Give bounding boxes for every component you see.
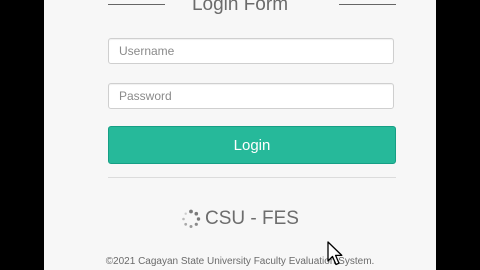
brand-name: CSU - FES bbox=[205, 208, 299, 229]
username-input[interactable] bbox=[108, 38, 394, 64]
password-input[interactable] bbox=[108, 83, 394, 109]
brand: CSU - FES bbox=[44, 205, 436, 233]
login-button[interactable]: Login bbox=[108, 126, 396, 164]
spinner-icon bbox=[182, 209, 201, 228]
copyright-text: ©2021 Cagayan State University Faculty E… bbox=[105, 256, 375, 267]
form-title: Login Form bbox=[191, 0, 289, 15]
login-panel: Login Form Login CSU - FES ©2021 Cagayan… bbox=[44, 0, 436, 270]
header-rule-right bbox=[339, 4, 396, 5]
mouse-pointer-icon bbox=[327, 241, 343, 266]
screen: Login Form Login CSU - FES ©2021 Cagayan… bbox=[0, 0, 480, 270]
form-header: Login Form bbox=[44, 0, 436, 16]
divider bbox=[108, 177, 396, 178]
